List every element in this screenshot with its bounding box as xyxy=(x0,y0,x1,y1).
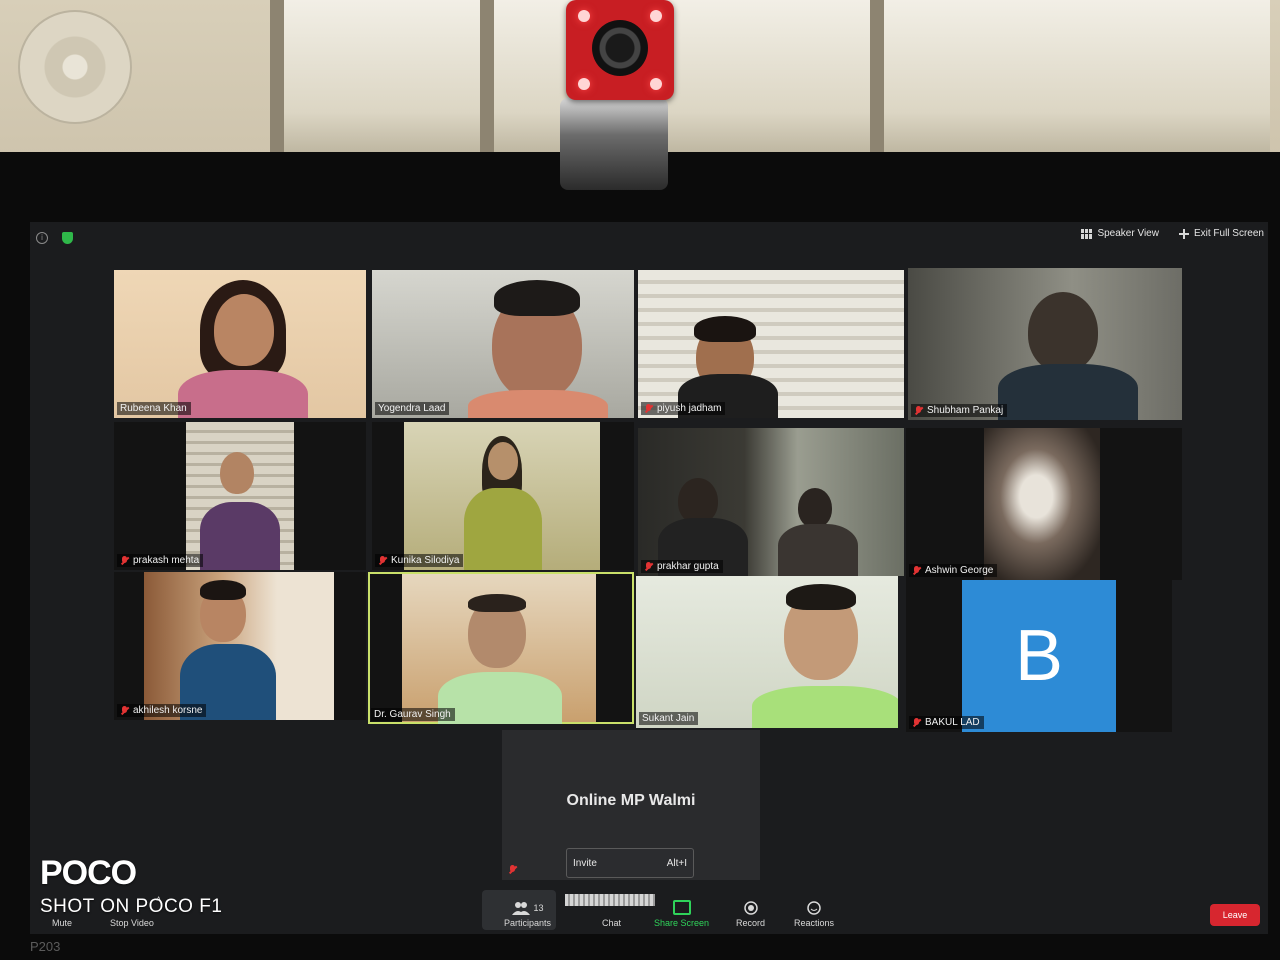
camera-watermark: POCO SHOT ON POCO F1 xyxy=(40,856,222,918)
wall-fan xyxy=(18,10,132,124)
webcam-led xyxy=(578,10,590,22)
webcam-led xyxy=(650,10,662,22)
smiley-icon xyxy=(805,901,823,915)
participant-name-tag: prakash mehta xyxy=(117,554,204,567)
share-screen-icon xyxy=(672,900,691,915)
muted-mic-icon xyxy=(644,562,653,571)
webcam-led xyxy=(650,78,662,90)
participant-name-tag: Kunika Silodiya xyxy=(375,554,464,567)
monitor: i Speaker View Exit Full Screen Rubeena … xyxy=(0,152,1280,960)
exit-fullscreen-icon xyxy=(1178,228,1189,239)
participant-name: Yogendra Laad xyxy=(378,403,446,414)
mute-label: Mute xyxy=(52,918,73,928)
invite-menu-item[interactable]: Invite Alt+I xyxy=(566,848,694,878)
participant-avatar: B xyxy=(962,580,1116,732)
zoom-window: i Speaker View Exit Full Screen Rubeena … xyxy=(30,222,1268,934)
muted-mic-icon xyxy=(120,706,129,715)
view-controls: Speaker View Exit Full Screen xyxy=(1081,228,1264,239)
people-icon xyxy=(511,901,530,915)
grid-view-icon xyxy=(1081,228,1093,239)
webcam-lens xyxy=(592,20,648,76)
participant-name: akhilesh korsne xyxy=(133,705,203,716)
participants-button[interactable]: 13 Participants xyxy=(504,901,551,928)
invite-label: Invite xyxy=(573,857,597,869)
chat-button[interactable]: Chat xyxy=(602,918,621,928)
reactions-button[interactable]: Reactions xyxy=(794,901,834,928)
participant-name: Rubeena Khan xyxy=(120,403,187,414)
window xyxy=(270,0,1270,160)
participant-name-tag: BAKUL LAD xyxy=(909,716,984,729)
participants-count: 13 xyxy=(533,903,544,913)
exit-full-screen-label: Exit Full Screen xyxy=(1193,228,1264,239)
muted-mic-icon xyxy=(508,865,517,874)
participant-name: Kunika Silodiya xyxy=(391,555,460,566)
participant-name: Sukant Jain xyxy=(642,713,695,724)
participant-name-tag: Dr. Gaurav Singh xyxy=(371,708,455,721)
stop-video-label: Stop Video xyxy=(110,918,154,928)
participant-name: Ashwin George xyxy=(925,565,994,576)
video-tile[interactable]: prakash mehta xyxy=(114,422,366,570)
watermark-caption: SHOT ON POCO F1 xyxy=(40,896,223,917)
video-tile[interactable]: B BAKUL LAD xyxy=(906,580,1172,732)
shield-icon[interactable] xyxy=(62,232,73,244)
video-tile[interactable]: Ashwin George xyxy=(906,428,1182,580)
muted-mic-icon xyxy=(912,718,921,727)
participant-name-tag: Shubham Pankaj xyxy=(911,404,1008,417)
video-tile[interactable]: Kunika Silodiya xyxy=(372,422,634,570)
record-label: Record xyxy=(736,918,766,928)
speaker-view-label: Speaker View xyxy=(1097,228,1159,239)
webcam-led xyxy=(578,78,590,90)
muted-mic-icon xyxy=(644,404,653,413)
muted-mic-icon xyxy=(378,556,387,565)
muted-mic-icon xyxy=(914,406,923,415)
invite-shortcut: Alt+I xyxy=(666,857,687,869)
participant-name: Shubham Pankaj xyxy=(927,405,1004,416)
video-tile[interactable]: piyush jadham xyxy=(638,270,904,418)
participants-label: Participants xyxy=(504,918,552,928)
participant-name: piyush jadham xyxy=(657,403,722,414)
share-screen-label: Share Screen xyxy=(654,918,710,928)
meeting-info-bar: i xyxy=(36,232,73,244)
participants-icon-group: 13 xyxy=(511,901,544,915)
video-tile[interactable]: Yogendra Laad xyxy=(372,270,634,418)
watermark-brand: POCO xyxy=(40,854,137,892)
participant-name-tag: piyush jadham xyxy=(641,402,726,415)
window-frame xyxy=(870,0,884,160)
chat-preview-bar xyxy=(565,894,655,906)
muted-mic-icon xyxy=(120,556,129,565)
chat-label: Chat xyxy=(602,918,622,928)
speaker-view-button[interactable]: Speaker View xyxy=(1081,228,1159,239)
info-icon[interactable]: i xyxy=(36,232,48,244)
participant-name-tag: akhilesh korsne xyxy=(117,704,207,717)
avatar-letter: B xyxy=(1014,616,1064,696)
video-tile[interactable]: akhilesh korsne xyxy=(114,572,366,720)
record-button[interactable]: Record xyxy=(736,901,765,928)
participant-name-tag: prakhar gupta xyxy=(641,560,723,573)
exit-full-screen-button[interactable]: Exit Full Screen xyxy=(1178,228,1264,239)
monitor-model-label: P203 xyxy=(30,939,61,954)
window-frame xyxy=(480,0,494,160)
record-icon xyxy=(742,901,760,915)
participant-name-tag: Ashwin George xyxy=(909,564,998,577)
video-tile[interactable]: Rubeena Khan xyxy=(114,270,366,418)
video-tile[interactable]: Sukant Jain xyxy=(636,576,898,728)
participant-name: BAKUL LAD xyxy=(925,717,980,728)
share-screen-button[interactable]: Share Screen xyxy=(654,900,709,928)
participant-name-tag: Yogendra Laad xyxy=(375,402,450,415)
muted-mic-icon xyxy=(912,566,921,575)
participant-name: prakhar gupta xyxy=(657,561,719,572)
video-tile-active-speaker[interactable]: Dr. Gaurav Singh xyxy=(368,572,634,724)
video-tile[interactable]: Shubham Pankaj xyxy=(908,268,1182,420)
window-frame xyxy=(270,0,284,160)
participant-name-tag: Rubeena Khan xyxy=(117,402,191,415)
participant-name: Dr. Gaurav Singh xyxy=(374,709,451,720)
participant-name-tag: Sukant Jain xyxy=(639,712,699,725)
leave-button[interactable]: Leave xyxy=(1210,904,1260,926)
reactions-label: Reactions xyxy=(794,918,835,928)
meeting-name: Online MP Walmi xyxy=(566,792,696,809)
webcam-mount xyxy=(560,98,668,190)
webcam xyxy=(566,0,674,100)
participant-name: prakash mehta xyxy=(133,555,200,566)
video-tile[interactable]: prakhar gupta xyxy=(638,428,904,576)
